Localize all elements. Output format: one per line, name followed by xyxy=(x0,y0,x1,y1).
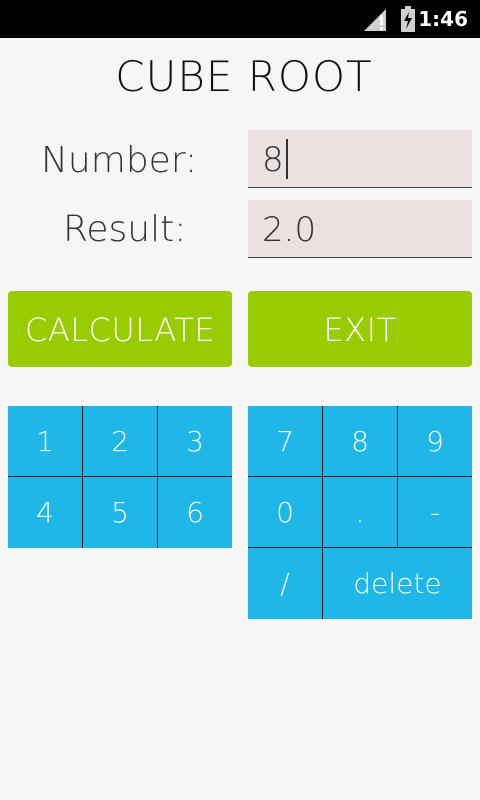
key-9[interactable]: 9 xyxy=(398,406,472,476)
key-minus[interactable]: - xyxy=(398,477,472,547)
key-1[interactable]: 1 xyxy=(8,406,82,476)
key-3[interactable]: 3 xyxy=(158,406,232,476)
key-4[interactable]: 4 xyxy=(8,477,82,548)
page-title: CUBE ROOT xyxy=(115,52,373,101)
keypad-right: 7 8 9 0 . - / delete xyxy=(248,406,472,619)
result-field[interactable]: 2.0 xyxy=(248,200,472,258)
key-divide[interactable]: / xyxy=(248,548,322,619)
signal-icon xyxy=(364,9,386,31)
text-cursor xyxy=(285,138,288,179)
key-2[interactable]: 2 xyxy=(83,406,157,476)
key-7[interactable]: 7 xyxy=(248,406,322,476)
key-decimal[interactable]: . xyxy=(323,477,397,547)
number-value: 8 xyxy=(262,140,284,180)
calculate-button[interactable]: CALCULATE xyxy=(8,291,232,367)
key-8[interactable]: 8 xyxy=(323,406,397,476)
status-time: 1:46 xyxy=(418,7,468,31)
status-bar: 1:46 xyxy=(0,0,480,38)
key-delete[interactable]: delete xyxy=(323,548,472,619)
key-6[interactable]: 6 xyxy=(158,477,232,548)
exit-button[interactable]: EXIT xyxy=(248,291,472,367)
result-value: 2.0 xyxy=(262,210,317,250)
number-label: Number: xyxy=(41,140,198,181)
key-0[interactable]: 0 xyxy=(248,477,322,547)
keypad-left: 1 2 3 4 5 6 xyxy=(8,406,232,548)
result-label: Result: xyxy=(63,209,187,250)
battery-charging-icon xyxy=(401,6,415,32)
number-field[interactable]: 8 xyxy=(248,130,472,188)
key-5[interactable]: 5 xyxy=(83,477,157,548)
